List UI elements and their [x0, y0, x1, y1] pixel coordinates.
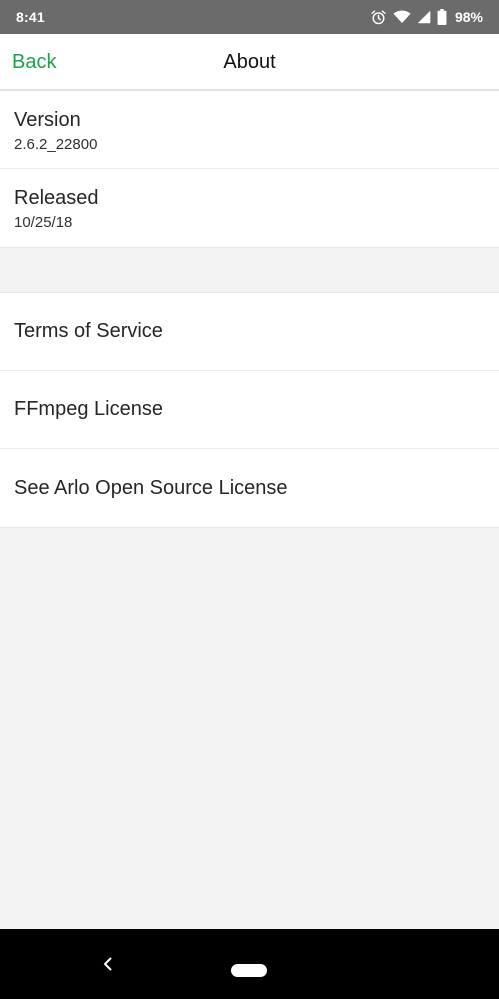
page-title: About	[223, 51, 276, 73]
license-links-group: Terms of Service FFmpeg License See Arlo…	[0, 292, 499, 528]
released-label: Released	[14, 187, 99, 209]
alarm-icon	[370, 9, 387, 26]
status-bar: 8:41 98%	[0, 0, 499, 34]
version-row: Version 2.6.2_22800	[0, 91, 499, 169]
released-row: Released 10/25/18	[0, 169, 499, 247]
app-info-group: Version 2.6.2_22800 Released 10/25/18	[0, 91, 499, 248]
battery-percent: 98%	[454, 9, 483, 25]
cellular-signal-icon	[417, 10, 431, 24]
top-nav-bar: Back About	[0, 34, 499, 91]
version-value: 2.6.2_22800	[14, 136, 98, 153]
ffmpeg-license-link[interactable]: FFmpeg License	[0, 371, 499, 449]
battery-icon	[437, 9, 447, 25]
back-chevron-icon[interactable]	[99, 955, 117, 973]
terms-of-service-link[interactable]: Terms of Service	[0, 293, 499, 371]
system-nav-bar	[0, 929, 499, 999]
status-icons: 98%	[370, 7, 483, 27]
status-time: 8:41	[16, 9, 45, 25]
wifi-icon	[393, 10, 411, 24]
home-pill-icon[interactable]	[231, 964, 267, 977]
released-value: 10/25/18	[14, 214, 73, 231]
version-label: Version	[14, 109, 81, 131]
arlo-open-source-license-link[interactable]: See Arlo Open Source License	[0, 449, 499, 527]
